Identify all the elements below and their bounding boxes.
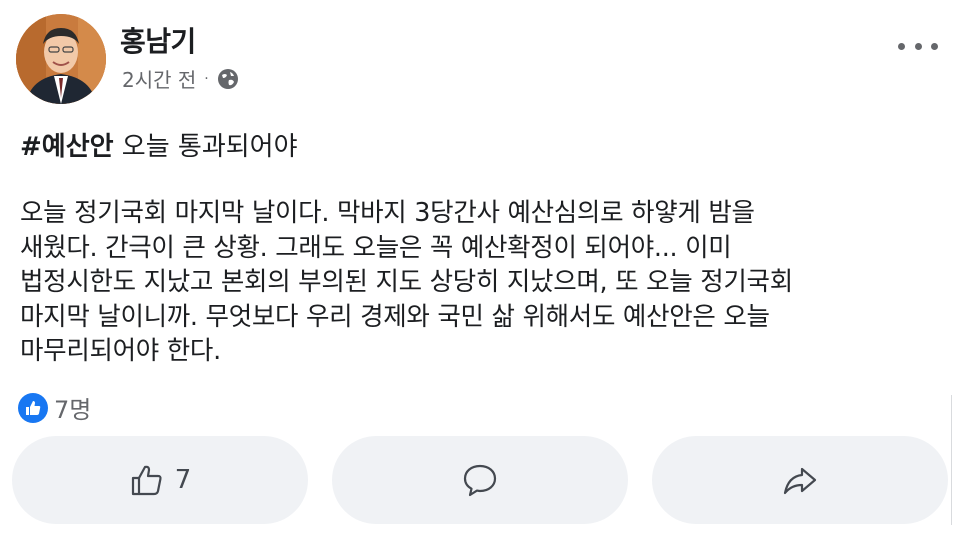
post-body-line: 오늘 정기국회 마지막 날이다. 막바지 3당간사 예산심의로 하얗게 밤을 (20, 198, 755, 228)
post-body-line: 마무리되어야 한다. (20, 336, 221, 366)
dot-icon (898, 42, 905, 50)
post-body-line: 새웠다. 간극이 큰 상황. 그래도 오늘은 꼭 예산확정이 되어야... 이미 (20, 232, 732, 263)
post-body-line: 마지막 날이니까. 무엇보다 우리 경제와 국민 삶 위해서도 예산안은 오늘 (20, 301, 770, 332)
post-body-line: 법정시한도 지났고 본회의 부의된 지도 상당히 지났으며, 또 오늘 정기국회 (20, 267, 793, 297)
comment-icon (463, 464, 497, 497)
scrollbar-track[interactable] (951, 395, 952, 525)
post-meta: 2시간 전 · (122, 64, 239, 93)
author-name[interactable]: 홍남기 (120, 20, 196, 60)
like-icon (18, 392, 48, 423)
meta-separator: · (204, 70, 209, 87)
reaction-count: 7명 (54, 396, 92, 424)
post-body: 오늘 정기국회 마지막 날이다. 막바지 3당간사 예산심의로 하얗게 밤을 새… (20, 196, 940, 369)
like-button[interactable]: 7 (12, 436, 308, 524)
globe-icon (217, 68, 238, 89)
share-button[interactable] (652, 436, 948, 524)
action-bar: 7 (0, 436, 960, 526)
hashtag-link[interactable]: #예산안 (20, 132, 114, 162)
reactions-summary[interactable]: 7명 (18, 390, 91, 425)
avatar-portrait (16, 14, 106, 104)
post-timestamp[interactable]: 2시간 전 (122, 64, 196, 93)
share-icon (783, 467, 817, 495)
dot-icon (914, 42, 922, 50)
dot-icon (931, 42, 938, 50)
like-count: 7 (174, 465, 192, 495)
post-title-text: 오늘 통과되어야 (113, 132, 298, 162)
comment-button[interactable] (332, 436, 628, 524)
avatar[interactable] (16, 14, 106, 104)
more-options-button[interactable] (898, 36, 938, 56)
post-title: #예산안 오늘 통과되어야 (20, 126, 298, 163)
thumbs-up-icon (131, 465, 162, 496)
